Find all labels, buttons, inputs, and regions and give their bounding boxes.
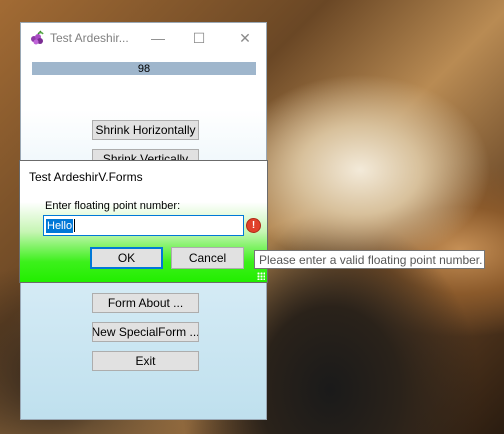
dialog-title: Test ArdeshirV.Forms: [29, 170, 143, 184]
close-button[interactable]: ✕: [222, 23, 268, 53]
minimize-icon: —: [151, 30, 165, 46]
dialog-titlebar[interactable]: Test ArdeshirV.Forms: [20, 161, 267, 191]
form-about-button[interactable]: Form About ...: [92, 293, 199, 313]
minimize-button[interactable]: —: [135, 23, 181, 53]
float-input[interactable]: Hello: [43, 215, 244, 236]
grapes-icon[interactable]: [29, 30, 45, 46]
maximize-icon: ☐: [192, 29, 206, 46]
float-input-value: Hello: [46, 218, 74, 233]
window-title: Test Ardeshir...: [50, 31, 129, 45]
error-icon: !: [247, 219, 260, 232]
main-titlebar[interactable]: Test Ardeshir... — ☐ ✕: [21, 23, 266, 53]
text-caret: [74, 219, 76, 232]
progress-value: 98: [137, 62, 151, 75]
validation-tooltip: Please enter a valid floating point numb…: [254, 250, 485, 269]
exit-button[interactable]: Exit: [92, 351, 199, 371]
new-special-form-button[interactable]: New SpecialForm ...: [92, 322, 199, 342]
input-dialog: Test ArdeshirV.Forms Enter floating poin…: [19, 160, 268, 283]
dialog-body: Enter floating point number: Hello ! OK …: [20, 191, 267, 282]
ok-button[interactable]: OK: [90, 247, 163, 269]
size-grip-icon[interactable]: [257, 272, 265, 280]
progress-bar: 98: [32, 62, 256, 75]
maximize-button[interactable]: ☐: [176, 23, 222, 53]
shrink-horizontally-button[interactable]: Shrink Horizontally: [92, 120, 199, 140]
prompt-label: Enter floating point number:: [45, 200, 181, 212]
cancel-button[interactable]: Cancel: [171, 247, 244, 269]
close-icon: ✕: [239, 29, 251, 46]
